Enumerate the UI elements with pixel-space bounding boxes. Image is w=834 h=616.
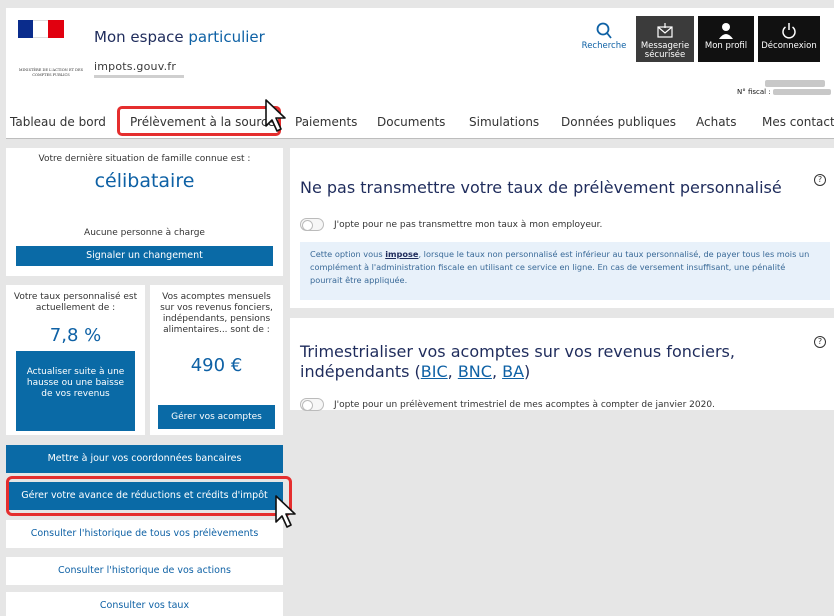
tab-documents[interactable]: Documents xyxy=(377,115,445,129)
fiscal-number: N° fiscal : xyxy=(737,88,831,96)
rate-non-transmission-panel: Ne pas transmettre votre taux de prélève… xyxy=(290,148,834,308)
main-nav: Tableau de bord Prélèvement à la source … xyxy=(6,106,834,138)
tab-contacts[interactable]: Mes contacts xyxy=(762,115,834,129)
installments-value: 490 € xyxy=(190,355,243,376)
quarterly-toggle[interactable] xyxy=(300,398,324,411)
logout-label: Déconnexion xyxy=(761,41,817,51)
tab-public-data[interactable]: Données publiques xyxy=(561,115,676,129)
tab-highlight-outline xyxy=(117,106,281,136)
report-change-button[interactable]: Signaler un changement xyxy=(16,246,273,266)
profile-button[interactable]: Mon profil xyxy=(698,16,754,62)
brand-name[interactable]: impots.gouv.fr xyxy=(94,60,176,73)
quarterly-installments-panel: Trimestrialiser vos acomptes sur vos rev… xyxy=(290,318,834,411)
action-history-link[interactable]: Consulter l'historique de vos actions xyxy=(6,557,283,585)
search-button[interactable]: Recherche xyxy=(576,16,632,62)
tab-dashboard[interactable]: Tableau de bord xyxy=(10,115,106,129)
site-header: MINISTÈRE DE L'ACTION ET DES COMPTES PUB… xyxy=(6,8,834,139)
app-title: Mon espace particulier xyxy=(94,28,265,46)
non-transmission-toggle[interactable] xyxy=(300,218,324,231)
sidebar: Votre dernière situation de famille conn… xyxy=(6,148,292,616)
installments-label: Vos acomptes mensuels sur vos revenus fo… xyxy=(160,292,273,335)
search-label: Recherche xyxy=(581,41,627,51)
user-name-blurred xyxy=(765,80,825,87)
non-transmission-option: J'opte pour ne pas transmettre mon taux … xyxy=(300,218,602,231)
mail-icon xyxy=(657,23,673,38)
action-highlight-outline xyxy=(6,476,292,516)
user-icon xyxy=(719,23,733,39)
panel-title: Ne pas transmettre votre taux de prélève… xyxy=(300,178,782,197)
ba-link[interactable]: BA xyxy=(502,362,524,381)
dependents-text: Aucune personne à charge xyxy=(84,228,205,238)
rate-label: Votre taux personnalisé est actuellement… xyxy=(13,292,138,313)
toggle-label: J'opte pour ne pas transmettre mon taux … xyxy=(334,219,603,230)
quarterly-option: J'opte pour un prélèvement trimestriel d… xyxy=(300,398,715,411)
view-rates-link[interactable]: Consulter vos taux xyxy=(6,592,283,616)
update-rate-button[interactable]: Actualiser suite à une hausse ou une bai… xyxy=(16,351,135,431)
brand-tagline xyxy=(94,75,184,78)
family-intro: Votre dernière situation de famille conn… xyxy=(38,154,251,164)
family-status: célibataire xyxy=(94,170,195,192)
french-flag-icon xyxy=(18,20,64,38)
messaging-label: Messagerie sécurisée xyxy=(640,41,690,60)
fiscal-number-blurred xyxy=(772,89,831,95)
manage-installments-button[interactable]: Gérer vos acomptes xyxy=(158,405,275,429)
ministry-name: MINISTÈRE DE L'ACTION ET DES COMPTES PUB… xyxy=(18,68,84,77)
toggle-label: J'opte pour un prélèvement trimestriel d… xyxy=(334,399,715,410)
bnc-link[interactable]: BNC xyxy=(458,362,492,381)
installments-card: Vos acomptes mensuels sur vos revenus fo… xyxy=(150,285,283,435)
family-situation-card: Votre dernière situation de famille conn… xyxy=(6,148,283,276)
tab-simulations[interactable]: Simulations xyxy=(469,115,539,129)
impose-link[interactable]: impose xyxy=(385,249,418,259)
tab-purchases[interactable]: Achats xyxy=(696,115,737,129)
info-notice: Cette option vous impose, lorsque le tau… xyxy=(300,242,830,300)
mouse-pointer-icon xyxy=(265,99,286,132)
power-icon xyxy=(782,23,796,39)
messaging-button[interactable]: Messagerie sécurisée xyxy=(636,16,694,62)
withdrawal-history-link[interactable]: Consulter l'historique de tous vos prélè… xyxy=(6,520,283,548)
update-bank-details-button[interactable]: Mettre à jour vos coordonnées bancaires xyxy=(6,445,283,473)
mouse-pointer-icon xyxy=(275,495,296,528)
header-tools: Recherche Messagerie sécurisée Mon profi… xyxy=(576,16,820,62)
profile-label: Mon profil xyxy=(704,41,748,51)
rate-card: Votre taux personnalisé est actuellement… xyxy=(6,285,145,435)
logout-button[interactable]: Déconnexion xyxy=(758,16,820,62)
panel-title: Trimestrialiser vos acomptes sur vos rev… xyxy=(300,342,735,381)
help-icon[interactable]: ? xyxy=(814,336,826,348)
tab-payments[interactable]: Paiements xyxy=(295,115,357,129)
bic-link[interactable]: BIC xyxy=(421,362,448,381)
ministry-logo[interactable]: MINISTÈRE DE L'ACTION ET DES COMPTES PUB… xyxy=(12,14,84,112)
help-icon[interactable]: ? xyxy=(814,174,826,186)
page: MINISTÈRE DE L'ACTION ET DES COMPTES PUB… xyxy=(0,0,834,616)
search-icon xyxy=(596,22,612,39)
rate-value: 7,8 % xyxy=(49,325,102,346)
